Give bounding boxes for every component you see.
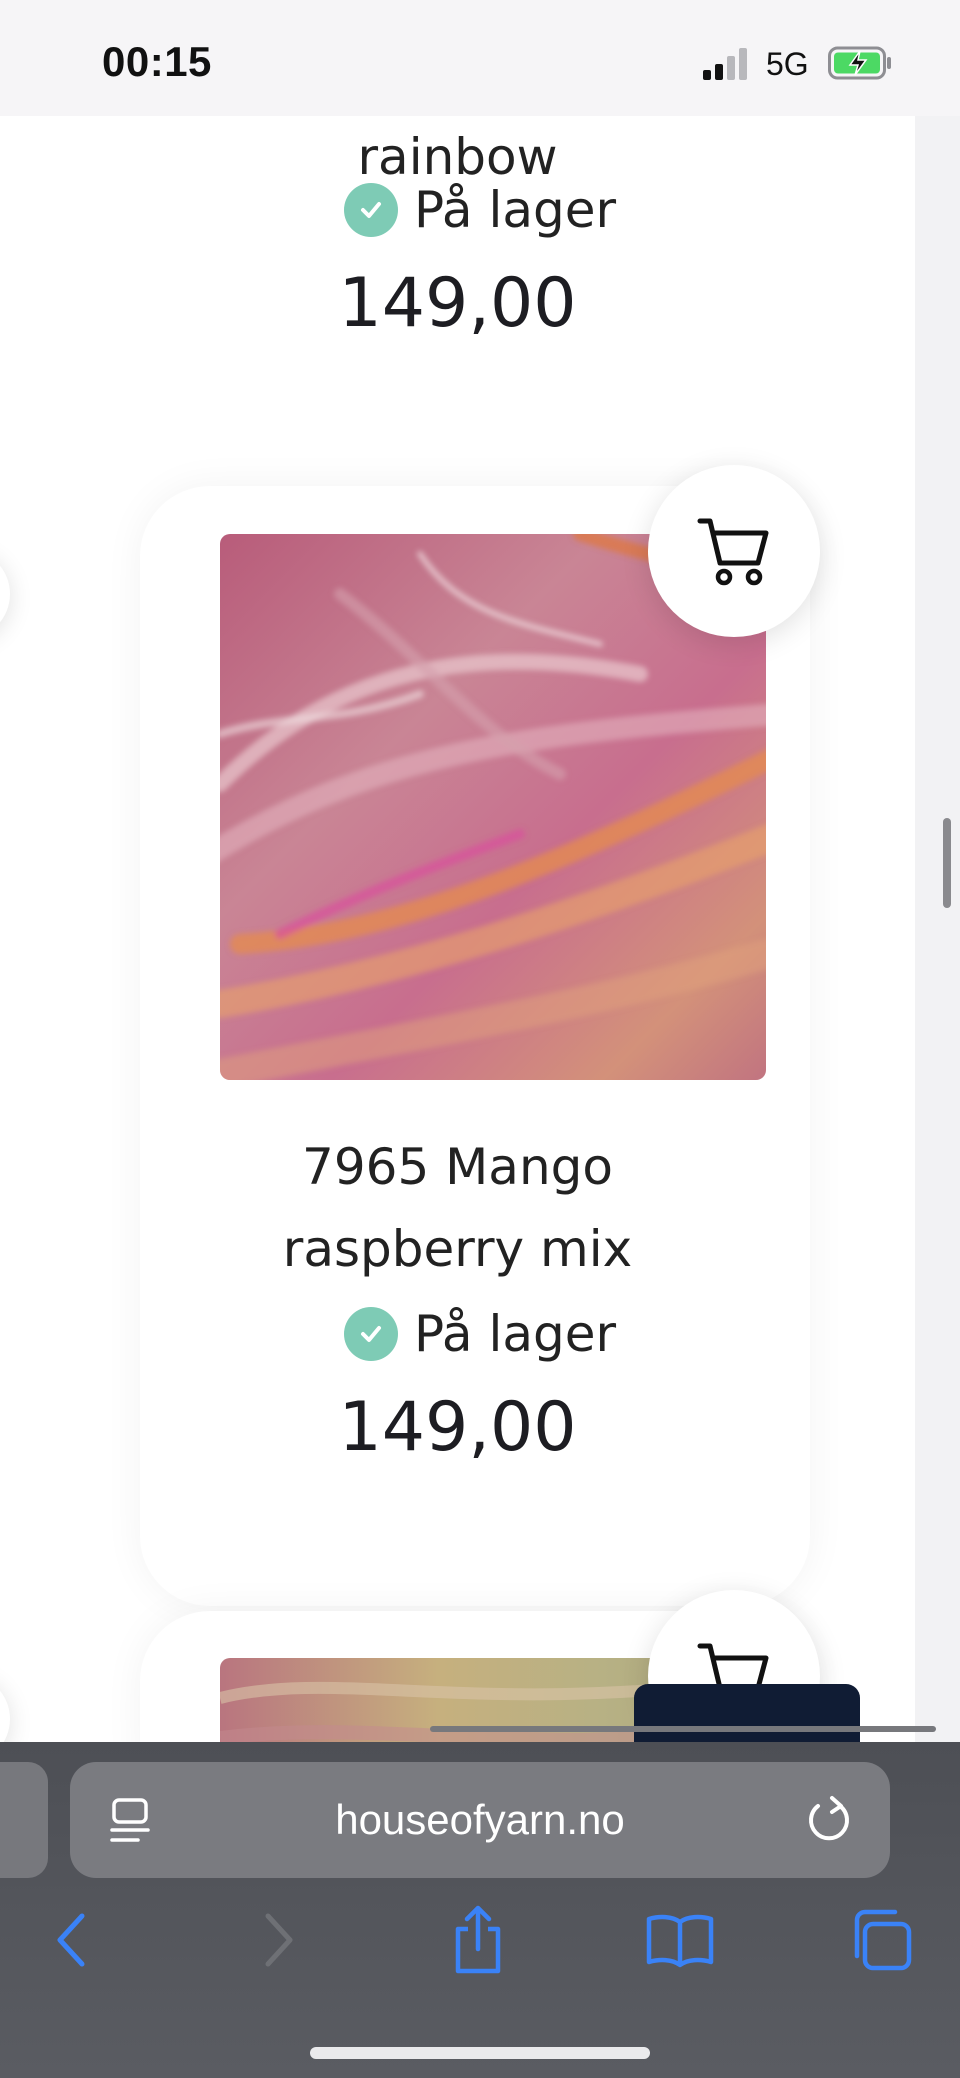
network-type: 5G	[766, 46, 809, 82]
signal-strength-icon	[703, 48, 751, 80]
status-time: 00:15	[102, 38, 212, 85]
address-bar[interactable]: houseofyarn.no	[70, 1762, 890, 1878]
product-price: 149,00	[338, 1388, 577, 1467]
bookmarks-button[interactable]	[644, 1904, 716, 1976]
product-title-line-1[interactable]: 7965 Mango	[0, 1126, 915, 1208]
carousel-edge-button[interactable]	[0, 549, 10, 639]
tabs-button[interactable]	[844, 1904, 916, 1976]
product-title-line-2[interactable]: raspberry mix	[0, 1208, 915, 1290]
chevron-left-icon	[57, 1913, 85, 1967]
stock-label: På lager	[414, 181, 617, 239]
back-button[interactable]	[36, 1904, 108, 1976]
url-text[interactable]: houseofyarn.no	[70, 1762, 890, 1878]
product-list: rainbow På lager 149,00 7965 Mango raspb…	[0, 116, 915, 1742]
share-icon	[455, 1905, 501, 1974]
scroll-indicator[interactable]	[943, 818, 951, 908]
home-indicator	[310, 2047, 650, 2059]
product-price: 149,00	[338, 264, 577, 343]
chevron-right-icon	[265, 1913, 293, 1967]
battery-charging-icon	[828, 46, 891, 80]
product-title[interactable]: 7965 Mango raspberry mix	[0, 1126, 915, 1290]
reload-icon[interactable]	[804, 1794, 854, 1846]
cart-icon	[697, 518, 769, 586]
tab-bar-indicator	[430, 1726, 936, 1732]
stock-status: På lager	[344, 1304, 616, 1364]
stock-status: På lager	[344, 180, 616, 240]
tabs-icon	[854, 1909, 912, 1971]
add-to-cart-button[interactable]	[648, 465, 820, 637]
share-button[interactable]	[442, 1904, 514, 1976]
previous-tab-preview[interactable]	[0, 1762, 48, 1878]
book-icon	[646, 1914, 714, 1968]
stock-label: På lager	[414, 1305, 617, 1363]
check-circle-icon	[344, 183, 398, 237]
carousel-edge-button[interactable]	[0, 1674, 10, 1742]
status-bar: 00:15 5G	[0, 0, 960, 116]
check-circle-icon	[344, 1307, 398, 1361]
forward-button[interactable]	[242, 1904, 314, 1976]
